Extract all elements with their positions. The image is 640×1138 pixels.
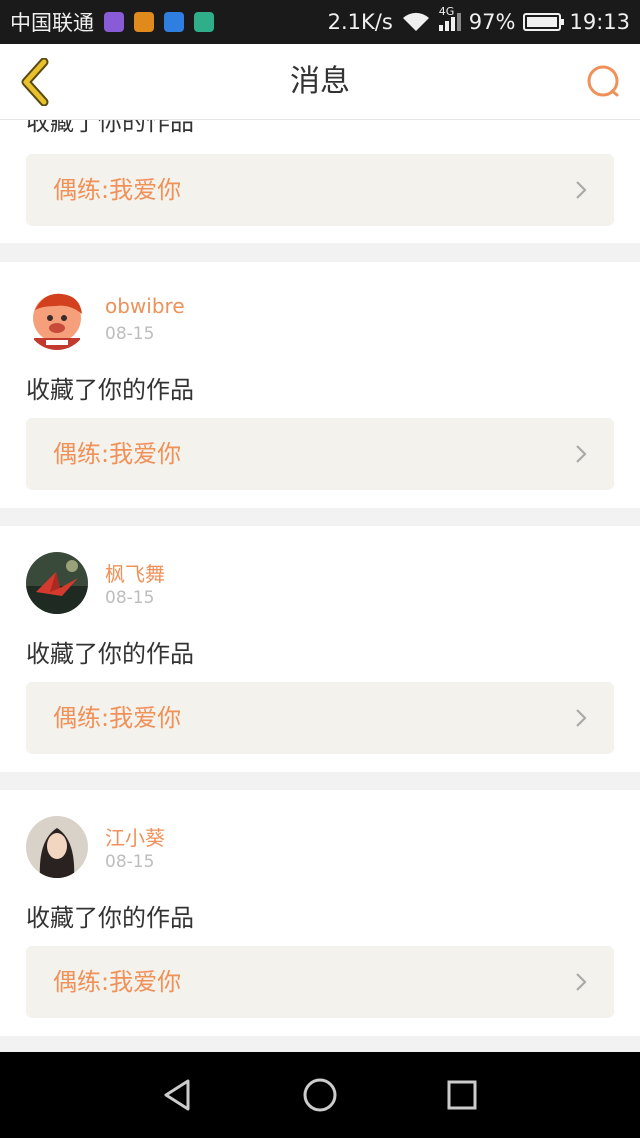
status-bar: 中国联通 2.1K/s 4G 97% 19:13 (0, 0, 640, 44)
message-item: 枫飞舞 08-15 收藏了你的作品 偶练:我爱你 (0, 526, 640, 772)
app-notification-icon (164, 12, 184, 32)
user-avatar[interactable] (26, 816, 88, 878)
battery-icon (523, 13, 565, 31)
chevron-right-icon (576, 181, 587, 199)
message-date: 08-15 (105, 852, 155, 872)
portrait-avatar-icon (26, 816, 88, 878)
username[interactable]: 枫飞舞 (105, 558, 165, 587)
network-speed: 2.1K/s (327, 10, 393, 34)
battery-level (527, 17, 557, 27)
circle-home-icon[interactable] (300, 1075, 340, 1115)
signal-icon: 4G (438, 5, 461, 31)
message-action: 收藏了你的作品 (26, 376, 194, 404)
page-title: 消息 (290, 64, 350, 99)
search-icon[interactable] (584, 62, 624, 102)
user-avatar[interactable] (26, 288, 88, 350)
message-action: 收藏了你的作品 (26, 640, 194, 668)
chevron-right-icon (576, 973, 587, 991)
user-avatar[interactable] (26, 552, 88, 614)
square-recents-icon[interactable] (442, 1075, 482, 1115)
app-notification-icon (194, 12, 214, 32)
work-link[interactable]: 偶练:我爱你 (26, 418, 614, 490)
work-title: 偶练:我爱你 (53, 704, 182, 732)
work-title: 偶练:我爱你 (53, 968, 182, 996)
system-navigation-bar (0, 1052, 640, 1138)
clock: 19:13 (569, 10, 630, 34)
message-item: obwibre 08-15 收藏了你的作品 偶练:我爱你 (0, 262, 640, 508)
battery-percent: 97% (468, 10, 516, 34)
chevron-right-icon (576, 709, 587, 727)
message-item: 江小葵 08-15 收藏了你的作品 偶练:我爱你 (0, 790, 640, 1036)
app-notification-icon (104, 12, 124, 32)
top-app-bar: 消息 (0, 44, 640, 120)
work-link[interactable]: 偶练:我爱你 (26, 946, 614, 1018)
network-type: 4G (438, 5, 455, 18)
work-title: 偶练:我爱你 (53, 440, 182, 468)
username[interactable]: obwibre (105, 294, 185, 318)
message-action: 收藏了你的作品 (26, 904, 194, 932)
message-action: 收藏了你的作品 (26, 120, 194, 136)
wifi-icon (402, 12, 429, 31)
cartoon-face-avatar-icon (26, 288, 88, 350)
work-link[interactable]: 偶练:我爱你 (26, 154, 614, 226)
message-date: 08-15 (105, 588, 155, 608)
message-item: 收藏了你的作品 偶练:我爱你 (0, 120, 640, 243)
message-date: 08-15 (105, 324, 155, 344)
chevron-right-icon (576, 445, 587, 463)
work-title: 偶练:我爱你 (53, 176, 182, 204)
carrier-label: 中国联通 (10, 11, 94, 35)
username[interactable]: 江小葵 (105, 822, 165, 851)
paper-crane-avatar-icon (26, 552, 88, 614)
app-notification-icon (134, 12, 154, 32)
work-link[interactable]: 偶练:我爱你 (26, 682, 614, 754)
message-list[interactable]: 收藏了你的作品 偶练:我爱你 obwibre 08-15 收藏了你的作品 偶练:… (0, 120, 640, 1052)
triangle-back-icon[interactable] (158, 1075, 198, 1115)
